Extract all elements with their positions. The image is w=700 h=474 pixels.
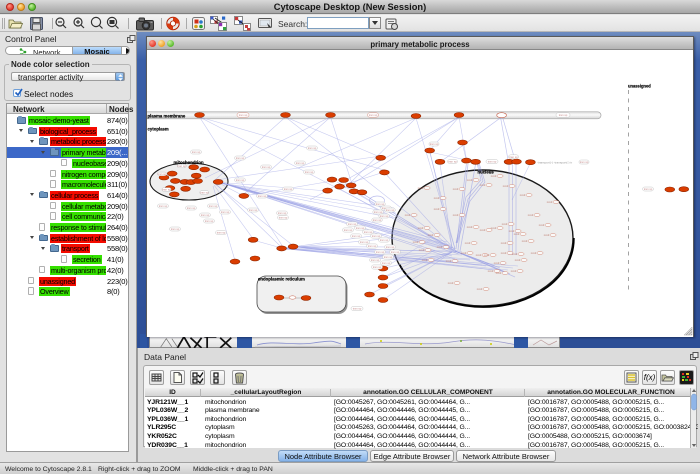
svg-text:ncnd: ncnd (531, 252, 537, 255)
svg-text:tran sp: tran sp (368, 244, 377, 248)
svg-text:tran sp: tran sp (258, 194, 267, 198)
svg-text:ncnd: ncnd (467, 226, 473, 229)
svg-text:tran sp: tran sp (353, 307, 362, 311)
svg-text:ncnd: ncnd (465, 242, 471, 245)
svg-text:ncnd: ncnd (405, 214, 411, 217)
svg-text:tran sp: tran sp (509, 155, 518, 159)
svg-text:tran sp: tran sp (162, 188, 171, 192)
svg-text:ncnd: ncnd (453, 188, 459, 191)
svg-text:ncnd: ncnd (484, 254, 490, 257)
svg-text:tran sp: tran sp (205, 219, 214, 223)
svg-text:ncnd: ncnd (428, 234, 434, 237)
svg-text:nucleus: nucleus (478, 170, 495, 175)
svg-text:tran sp: tran sp (187, 206, 196, 210)
svg-text:tran sp: tran sp (386, 208, 395, 212)
svg-text:ncnd: ncnd (453, 214, 459, 217)
svg-text:tran sp: tran sp (644, 187, 653, 191)
svg-text:ncnd: ncnd (496, 272, 502, 275)
svg-text:ncnd: ncnd (491, 227, 497, 230)
svg-text:tran sp: tran sp (386, 245, 395, 249)
svg-text:ncnd: ncnd (514, 233, 520, 236)
svg-text:ncnd: ncnd (520, 194, 526, 197)
svg-text:ncnd: ncnd (501, 242, 507, 245)
svg-text:tran sp: tran sp (192, 150, 201, 154)
svg-text:tran sp: tran sp (308, 146, 317, 150)
svg-text:tran sp: tran sp (580, 160, 589, 164)
svg-text:tran sp: tran sp (369, 113, 378, 117)
svg-text:ncnd: ncnd (477, 288, 483, 291)
svg-text:tran sp: tran sp (236, 178, 245, 182)
svg-text:tran sp: tran sp (158, 172, 167, 176)
svg-text:tran sp: tran sp (200, 191, 209, 195)
svg-text:ncnd: ncnd (544, 234, 550, 237)
svg-text:ncnd: ncnd (418, 187, 424, 190)
svg-text:ncnd: ncnd (503, 185, 509, 188)
svg-text:ncnd: ncnd (547, 201, 553, 204)
svg-text:ncnd: ncnd (512, 253, 518, 256)
svg-text:tran sp: tran sp (382, 261, 391, 265)
svg-text:ncnd: ncnd (461, 252, 467, 255)
svg-text:ncnd: ncnd (528, 214, 534, 217)
svg-text:tran sp: tran sp (559, 113, 568, 117)
svg-text:tran sp: tran sp (262, 165, 271, 169)
svg-text:tran sp: tran sp (430, 142, 439, 146)
svg-text:ncnd: ncnd (419, 249, 425, 252)
svg-text:tran sp: tran sp (284, 187, 293, 191)
svg-text:ncnd: ncnd (448, 282, 454, 285)
svg-text:ncnd: ncnd (476, 254, 482, 257)
svg-text:ncnd: ncnd (446, 260, 452, 263)
svg-text:tran sp: tran sp (201, 213, 210, 217)
svg-text:ncnd: ncnd (467, 179, 473, 182)
svg-text:tran sp: tran sp (296, 161, 305, 165)
svg-text:tran sp: tran sp (376, 250, 385, 254)
svg-text:ncnd: ncnd (502, 223, 508, 226)
svg-text:endoplasmic reticulum: endoplasmic reticulum (258, 277, 305, 282)
svg-text:tran sp: tran sp (360, 240, 369, 244)
svg-text:tran sp: tran sp (239, 113, 248, 117)
svg-text:ncnd: ncnd (413, 241, 419, 244)
svg-text:tran sp: tran sp (209, 204, 218, 208)
svg-text:ncnd: ncnd (501, 252, 507, 255)
svg-text:tran sp: tran sp (371, 258, 380, 262)
svg-text:ncnd: ncnd (434, 197, 440, 200)
svg-text:tran sp: tran sp (159, 204, 168, 208)
svg-text:ncnd: ncnd (522, 240, 528, 243)
svg-text:mitochondrion: mitochondrion (174, 160, 204, 165)
svg-text:tran sp: tran sp (384, 255, 393, 259)
svg-text:-transport(-) -transport(-): -transport(-) -transport(-) tr (537, 161, 572, 165)
svg-text:unassigned: unassigned (628, 84, 651, 89)
svg-text:ncnd: ncnd (494, 262, 500, 265)
svg-text:tran sp: tran sp (352, 234, 361, 238)
svg-text:plasma membrane: plasma membrane (148, 113, 186, 118)
svg-text:ncnd: ncnd (515, 259, 521, 262)
svg-text:tran sp: tran sp (249, 208, 258, 212)
svg-text:tran sp: tran sp (236, 156, 245, 160)
svg-text:ncnd: ncnd (491, 175, 497, 178)
svg-text:ncnd: ncnd (539, 224, 545, 227)
svg-text:tran sp: tran sp (373, 265, 382, 269)
svg-text:tran sp: tran sp (373, 218, 382, 222)
svg-text:tran sp: tran sp (344, 228, 353, 232)
svg-text:tran sp: tran sp (171, 227, 180, 231)
svg-text:ncnd: ncnd (422, 259, 428, 262)
svg-text:ncnd: ncnd (480, 229, 486, 232)
svg-text:ncnd: ncnd (437, 246, 443, 249)
svg-text:tran sp: tran sp (279, 216, 288, 220)
svg-text:tran sp: tran sp (391, 250, 400, 254)
svg-text:ncnd: ncnd (434, 208, 440, 211)
svg-text:tran sp: tran sp (488, 160, 497, 164)
svg-text:cytoplasm: cytoplasm (148, 127, 169, 132)
svg-text:ncnd: ncnd (488, 270, 494, 273)
svg-text:ncnd: ncnd (480, 184, 486, 187)
svg-text:tran sp: tran sp (380, 238, 389, 242)
svg-text:tran sp: tran sp (278, 211, 287, 215)
svg-text:tran sp: tran sp (217, 231, 226, 235)
svg-text:tran sp: tran sp (305, 170, 314, 174)
svg-text:ncnd: ncnd (418, 227, 424, 230)
svg-text:tran sp: tran sp (448, 160, 457, 164)
svg-text:ncnd: ncnd (511, 270, 517, 273)
svg-text:tran sp: tran sp (221, 210, 230, 214)
